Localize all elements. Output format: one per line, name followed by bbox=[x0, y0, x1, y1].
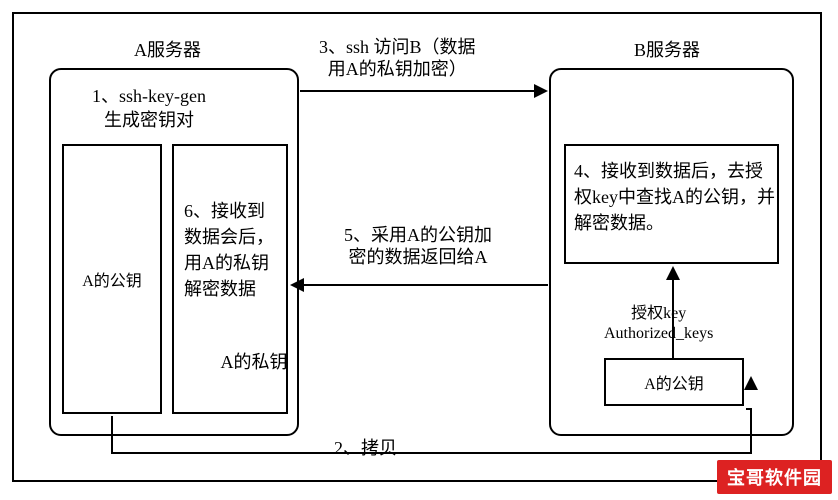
arrow-5-head bbox=[290, 278, 304, 292]
diagram-frame: A服务器 1、ssh-key-gen 生成密钥对 A的公钥 6、接收到 数据会后… bbox=[12, 12, 822, 482]
server-b-title: B服务器 bbox=[634, 36, 700, 62]
step-4-label: 4、接收到数据后，去授 权key中查找A的公钥，并 解密数据。 bbox=[574, 158, 769, 236]
step-5-label: 5、采用A的公钥加 密的数据返回给A bbox=[344, 224, 492, 268]
a-public-key-box: A的公钥 bbox=[62, 144, 162, 414]
b-a-pubkey-box: A的公钥 bbox=[604, 358, 744, 406]
step-6-label: 6、接收到 数据会后， 用A的私钥 解密数据 bbox=[184, 198, 296, 302]
arrow-b-inner-line bbox=[672, 280, 674, 358]
watermark-text: 宝哥软件园 bbox=[727, 468, 822, 488]
b-a-pubkey-text: A的公钥 bbox=[644, 370, 704, 394]
arrow-2-seg3 bbox=[750, 408, 752, 454]
a-public-key-text: A的公钥 bbox=[82, 267, 142, 291]
arrow-5-line bbox=[304, 284, 548, 286]
arrow-2-seg4 bbox=[746, 408, 752, 410]
step-2-label: 2、拷贝 bbox=[334, 434, 397, 460]
arrow-2-seg1 bbox=[111, 416, 113, 454]
step-4-box: 4、接收到数据后，去授 权key中查找A的公钥，并 解密数据。 bbox=[564, 144, 779, 264]
arrow-3-line bbox=[300, 90, 534, 92]
arrow-2-head-hidden bbox=[744, 376, 758, 390]
authorized-keys-label: 授权key Authorized_keys bbox=[604, 304, 713, 344]
watermark-badge: 宝哥软件园 bbox=[717, 460, 832, 494]
step-1-label: 1、ssh-key-gen 生成密钥对 bbox=[92, 84, 206, 132]
arrow-2-seg2 bbox=[111, 452, 752, 454]
step-3-label: 3、ssh 访问B（数据 用A的私钥加密） bbox=[319, 36, 476, 80]
arrow-b-inner-head bbox=[666, 266, 680, 280]
a-private-key-text: A的私钥 bbox=[198, 348, 310, 374]
arrow-3-head bbox=[534, 84, 548, 98]
a-private-key-box: 6、接收到 数据会后， 用A的私钥 解密数据 A的私钥 bbox=[172, 144, 288, 414]
server-a-title: A服务器 bbox=[134, 36, 201, 62]
